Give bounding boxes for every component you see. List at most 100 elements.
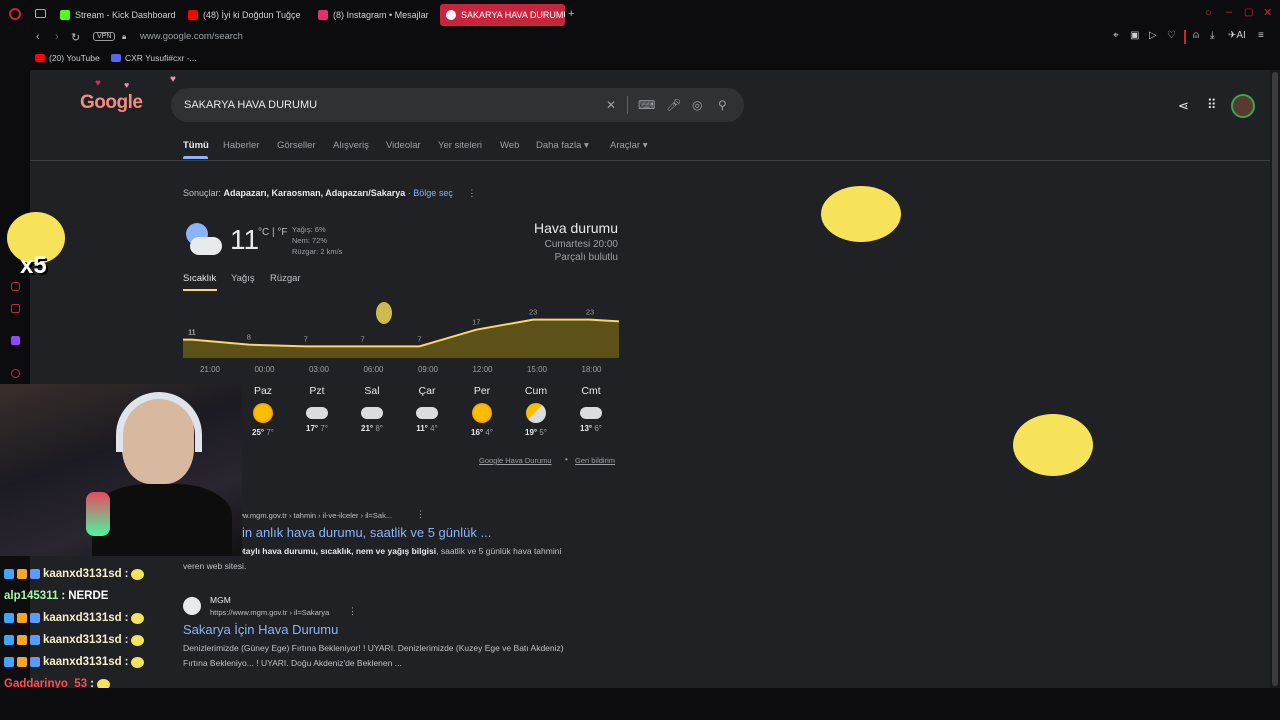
result-more-icon[interactable]: ⋮: [416, 509, 425, 520]
unit-toggle[interactable]: °C | °F: [258, 227, 287, 238]
forecast-day[interactable]: Paz 25° 7°: [243, 385, 283, 437]
tab-shopping[interactable]: Alışveriş: [333, 140, 369, 151]
chat-message: kaanxd3131sd:: [4, 568, 145, 580]
result-site-name: MGM: [210, 595, 231, 605]
chat-username[interactable]: kaanxd3131sd: [43, 612, 122, 624]
chat-badge-icon: [4, 657, 14, 667]
forecast-day[interactable]: Pzt 17° 7°: [297, 385, 337, 433]
forecast-day[interactable]: Cmt 13° 6°: [571, 385, 611, 433]
account-icon[interactable]: ⍝: [1193, 30, 1199, 41]
minimize-button[interactable]: –: [1226, 6, 1232, 18]
tab-overview-icon[interactable]: [35, 9, 46, 18]
reload-button[interactable]: ↻: [71, 31, 80, 44]
bookmark-youtube[interactable]: (20) YouTube: [35, 53, 100, 63]
bee-sticker: [1013, 414, 1093, 476]
x-tick-label: 12:00: [472, 365, 493, 374]
weather-time: Cumartesi 20:00: [544, 239, 618, 250]
tab-youtube[interactable]: (48) İyi ki Doğdun Tuğçe: [182, 4, 312, 26]
chat-username[interactable]: kaanxd3131sd: [43, 656, 122, 668]
chat-badge-icon: [17, 613, 27, 623]
forecast-day[interactable]: Per 16° 4°: [462, 385, 502, 437]
keyboard-icon[interactable]: ⌨: [638, 98, 655, 112]
player-icon[interactable]: ▷: [1149, 30, 1157, 41]
tab-all[interactable]: Tümü: [183, 140, 209, 151]
result-url[interactable]: https://www.mgm.gov.tr › il=Sakarya: [210, 608, 329, 617]
result-url[interactable]: www.mgm.gov.tr › tahmin › il-ve-ilceler …: [232, 511, 392, 520]
instagram-icon: [318, 10, 328, 20]
tab-images[interactable]: Görseller: [277, 140, 316, 151]
forecast-day[interactable]: Sal 21° 8°: [352, 385, 392, 433]
search-tabs-icon[interactable]: ○: [1205, 7, 1212, 19]
tab-wind[interactable]: Rüzgar: [270, 273, 301, 284]
forward-button[interactable]: ›: [55, 31, 59, 43]
result-snippet: detaylı hava durumu, sıcaklık, nem ve ya…: [183, 546, 562, 571]
maximize-button[interactable]: ▢: [1244, 7, 1253, 18]
tab-precipitation[interactable]: Yağış: [231, 273, 255, 284]
tab-kick[interactable]: Stream - Kick Dashboard: [54, 4, 182, 26]
url-field[interactable]: www.google.com/search: [140, 31, 243, 42]
tab-web[interactable]: Web: [500, 140, 519, 151]
google-weather-link[interactable]: Google Hava Durumu: [479, 456, 552, 465]
tab-places[interactable]: Yer siteleri: [438, 140, 482, 151]
pin-icon[interactable]: ⌖: [1113, 30, 1119, 41]
download-icon[interactable]: ⤓: [1210, 30, 1214, 41]
google-doodle-logo[interactable]: Google: [80, 92, 143, 114]
day-temps: 13° 6°: [580, 424, 602, 433]
opera-logo-icon[interactable]: [9, 8, 21, 20]
tab-instagram[interactable]: (8) Instagram • Mesajlar: [312, 4, 440, 26]
microphone-icon[interactable]: 🎤︎: [666, 98, 681, 112]
chat-badge-icon: [30, 635, 40, 645]
result-title[interactable]: Sakarya İçin Hava Durumu: [183, 622, 338, 637]
forecast-day[interactable]: Çar 11° 4°: [407, 385, 447, 433]
menu-icon[interactable]: ≡: [1258, 30, 1264, 41]
heart-icon[interactable]: ♡: [1167, 30, 1176, 41]
weather-title: Hava durumu: [533, 220, 618, 236]
avatar[interactable]: [1231, 94, 1255, 118]
choose-region-link[interactable]: Bölge seç: [413, 188, 453, 198]
scrollbar-thumb[interactable]: [1272, 72, 1278, 686]
feedback-link[interactable]: Geri bildirim: [575, 456, 615, 465]
chat-badge-icon: [30, 613, 40, 623]
sidebar-instagram-icon[interactable]: [11, 282, 20, 291]
search-input[interactable]: SAKARYA HAVA DURUMU: [184, 99, 317, 111]
new-tab-button[interactable]: +: [568, 8, 574, 20]
clear-search-icon[interactable]: ✕: [606, 98, 616, 112]
tab-google-active[interactable]: SAKARYA HAVA DURUMU: [440, 4, 565, 26]
chat-badge-icon: [4, 635, 14, 645]
chat-separator: :: [61, 590, 66, 602]
chat-username[interactable]: kaanxd3131sd: [43, 568, 122, 580]
sidebar-messenger-icon[interactable]: [11, 304, 20, 313]
day-temps: 16° 4°: [471, 428, 493, 437]
lock-icon[interactable]: 🔒︎: [122, 32, 126, 42]
chat-username[interactable]: alp145311: [4, 590, 58, 602]
bee-sticker: [821, 186, 901, 242]
sidebar-player-icon[interactable]: [11, 369, 20, 378]
lens-icon[interactable]: ◎: [692, 98, 702, 112]
vpn-badge[interactable]: VPN: [93, 32, 116, 41]
temperature-chart: 11 21:00 8 00:00 7 03:00 7 06:00 7 09:00 17 12:00 23…: [183, 308, 619, 374]
tab-videos[interactable]: Videolar: [386, 140, 421, 151]
humidity: Nem: 72%: [292, 236, 328, 245]
snapshot-icon[interactable]: ▣: [1130, 30, 1139, 41]
bookmark-discord[interactable]: CXR Yusufi#cxr -...: [111, 53, 197, 63]
x-tick-label: 06:00: [363, 365, 384, 374]
apps-grid-icon[interactable]: ⠿: [1207, 97, 1217, 113]
aria-ai-button[interactable]: ✈AI: [1228, 30, 1246, 41]
tab-temperature[interactable]: Sıcaklık: [183, 273, 216, 284]
more-options-icon[interactable]: ⋮: [467, 188, 476, 198]
emote-icon: [131, 656, 145, 668]
search-icon[interactable]: ⚲: [718, 98, 727, 112]
back-button[interactable]: ‹: [36, 31, 40, 43]
forecast-day[interactable]: Cum 19° 5°: [516, 385, 556, 437]
result-more-icon[interactable]: ⋮: [348, 606, 357, 617]
tab-tools[interactable]: Araçlar ▾: [610, 140, 648, 151]
sidebar-twitch-icon[interactable]: [11, 336, 20, 345]
share-icon[interactable]: ⋖: [1178, 98, 1189, 114]
tab-more[interactable]: Daha fazla ▾: [536, 140, 589, 151]
result-title[interactable]: in anlık hava durumu, saatlik ve 5 günlü…: [242, 525, 491, 540]
close-window-button[interactable]: ✕: [1263, 6, 1272, 19]
emote-icon: [131, 634, 145, 646]
chat-username[interactable]: kaanxd3131sd: [43, 634, 122, 646]
tab-news[interactable]: Haberler: [223, 140, 259, 151]
x-tick-label: 21:00: [200, 365, 221, 374]
